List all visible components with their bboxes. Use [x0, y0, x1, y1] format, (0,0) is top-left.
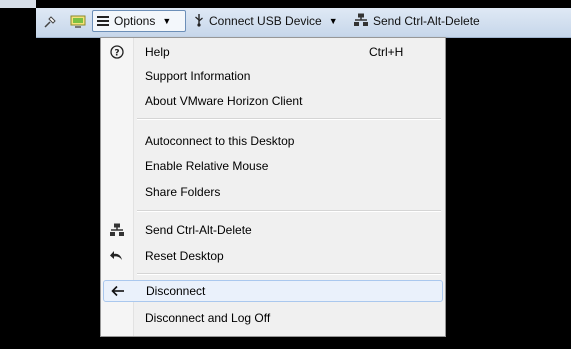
share-folders-label: Share Folders [145, 185, 221, 199]
toolbar: Options ▼ Connect USB Device ▼ Send Ctrl… [36, 8, 571, 38]
menu-item-send-ctrl-alt-delete[interactable]: Send Ctrl-Alt-Delete [103, 219, 443, 241]
menu-item-disconnect[interactable]: Disconnect [103, 280, 443, 302]
help-circle-icon: ? [103, 45, 131, 59]
connect-usb-label: Connect USB Device [209, 14, 322, 28]
about-label: About VMware Horizon Client [145, 94, 303, 108]
svg-text:?: ? [114, 49, 119, 59]
corner-strip [0, 0, 36, 8]
connect-usb-button[interactable]: Connect USB Device ▼ [194, 11, 338, 31]
usb-icon [194, 13, 204, 30]
reset-desktop-label: Reset Desktop [145, 249, 224, 263]
options-label: Options [114, 14, 156, 28]
menu-item-about[interactable]: About VMware Horizon Client [103, 90, 443, 112]
hamburger-icon [97, 16, 109, 26]
send-ctrl-alt-delete-button[interactable]: Send Ctrl-Alt-Delete [354, 11, 480, 31]
menu-item-share-folders[interactable]: Share Folders [103, 181, 443, 203]
arrow-left-icon [104, 285, 132, 297]
menu-item-disconnect-and-log-off[interactable]: Disconnect and Log Off [103, 307, 443, 329]
menu-separator [137, 118, 441, 120]
autoconnect-label: Autoconnect to this Desktop [145, 134, 295, 148]
menu-item-help[interactable]: ? Help Ctrl+H [103, 41, 443, 63]
relative-mouse-label: Enable Relative Mouse [145, 159, 269, 173]
menu-item-enable-relative-mouse[interactable]: Enable Relative Mouse [103, 155, 443, 177]
menu-item-autoconnect[interactable]: Autoconnect to this Desktop [103, 130, 443, 152]
disconnect-label: Disconnect [146, 284, 206, 298]
undo-icon [103, 250, 131, 262]
help-shortcut: Ctrl+H [369, 45, 404, 59]
menu-separator [137, 210, 441, 212]
desktop-background [0, 8, 36, 349]
menu-item-reset-desktop[interactable]: Reset Desktop [103, 245, 443, 267]
screen-icon[interactable] [70, 14, 86, 30]
chevron-down-icon: ▼ [162, 16, 172, 26]
send-cad-menu-label: Send Ctrl-Alt-Delete [145, 223, 252, 237]
network-icon [354, 13, 368, 30]
options-button[interactable]: Options ▼ [92, 10, 186, 32]
help-label: Help [145, 45, 170, 59]
pin-icon[interactable] [42, 14, 58, 30]
logoff-label: Disconnect and Log Off [145, 311, 271, 325]
chevron-down-icon: ▼ [328, 16, 338, 26]
network-icon [103, 223, 131, 237]
menu-separator [137, 273, 441, 275]
menu-item-support-information[interactable]: Support Information [103, 65, 443, 87]
support-label: Support Information [145, 69, 251, 83]
send-cad-label: Send Ctrl-Alt-Delete [373, 14, 480, 28]
options-menu: ? Help Ctrl+H Support Information About … [100, 37, 446, 337]
